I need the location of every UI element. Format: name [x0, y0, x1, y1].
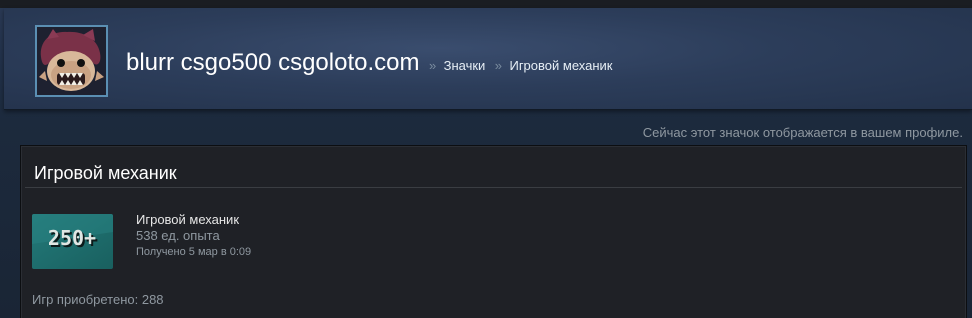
monster-avatar-icon [37, 27, 106, 95]
featured-badge-notice: Сейчас этот значок отображается в вашем … [642, 125, 963, 140]
breadcrumb: blurr csgo500 csgoloto.com » Значки » Иг… [126, 49, 612, 77]
badge-icon: 250+ 250+ [32, 214, 113, 269]
games-owned-count: Игр приобретено: 288 [32, 292, 164, 307]
badge-unlock-date: Получено 5 мар в 0:09 [136, 246, 252, 258]
badge-info: Игровой механик 538 ед. опыта Получено 5… [136, 212, 251, 260]
badge-icon-text: 250+ [48, 226, 96, 250]
badge-name: Игровой механик [136, 212, 240, 227]
badge-xp: 538 ед. опыта [136, 228, 220, 243]
avatar-image [37, 27, 106, 95]
profile-header: blurr csgo500 csgoloto.com » Значки » Иг… [4, 8, 972, 110]
panel-header: Игровой механик [25, 149, 962, 188]
breadcrumb-separator: » [428, 58, 437, 73]
breadcrumb-separator: » [494, 58, 503, 73]
top-bar [0, 0, 972, 8]
breadcrumb-current-badge[interactable]: Игровой механик [509, 58, 612, 73]
panel-title: Игровой механик [34, 163, 177, 183]
badge-panel: Игровой механик 250+ 250+ Игровой механи… [20, 145, 967, 318]
badge-250-plus-icon: 250+ 250+ [32, 214, 113, 269]
breadcrumb-badges-link[interactable]: Значки [444, 58, 486, 73]
profile-name-link[interactable]: blurr csgo500 csgoloto.com [126, 49, 419, 76]
avatar[interactable] [35, 25, 108, 97]
badge-page: blurr csgo500 csgoloto.com » Значки » Иг… [0, 0, 972, 318]
